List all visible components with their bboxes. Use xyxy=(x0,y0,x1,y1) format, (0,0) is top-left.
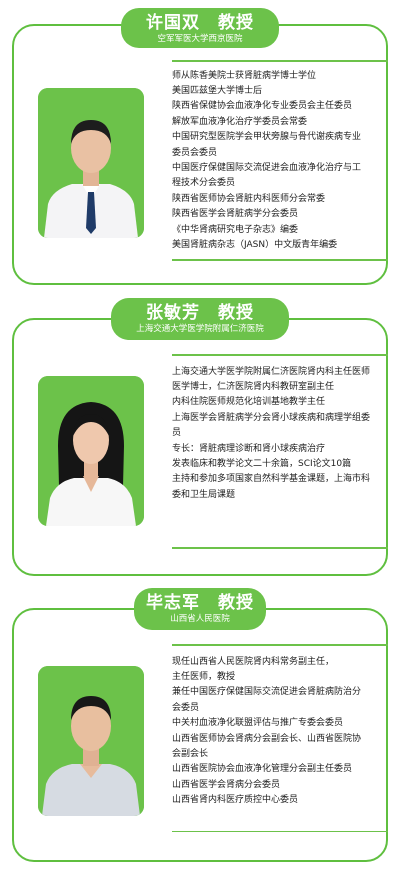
bio-item: 山西省医院协会血液净化管理分会副主任委员 xyxy=(172,764,353,775)
doctor-bio: 师从陈香美院士获肾脏病学博士学位 美国匹兹堡大学博士后 陕西省保健协会血液净化专… xyxy=(172,60,388,261)
bio-item: 上海医学会肾脏病学分会肾小球疾病和病理学组委 xyxy=(172,412,371,423)
bio-item: 中国研究型医院学会甲状旁腺与骨代谢疾病专业 xyxy=(172,132,362,143)
doctor-portrait-icon xyxy=(38,376,144,526)
bio-item: 陕西省保健协会血液净化专业委员会主任委员 xyxy=(172,101,353,112)
divider xyxy=(172,259,388,261)
bio-item: 主任医师，教授 xyxy=(172,671,236,682)
doctor-title-pill: 许国双 教授 空军军医大学西京医院 xyxy=(121,8,279,48)
doctor-hospital: 空军军医大学西京医院 xyxy=(157,34,243,44)
bio-item: 委和卫生局课题 xyxy=(172,489,236,500)
bio-item: 美国肾脏病杂志（JASN）中文版青年编委 xyxy=(172,239,338,250)
bio-list: 师从陈香美院士获肾脏病学博士学位 美国匹兹堡大学博士后 陕西省保健协会血液净化专… xyxy=(172,69,388,254)
divider xyxy=(172,830,388,833)
doctor-portrait-icon xyxy=(38,88,144,238)
bio-item: 员 xyxy=(172,428,182,439)
doctor-title-pill: 毕志军 教授 山西省人民医院 xyxy=(134,588,266,630)
bio-item: 山西省肾内科医疗质控中心委员 xyxy=(172,795,299,806)
bio-item: 委员会委员 xyxy=(172,147,218,158)
bio-item: 中国医疗保健国际交流促进会血液净化治疗与工 xyxy=(172,162,362,173)
doctor-bio: 上海交通大学医学院附属仁济医院肾内科主任医师 医学博士，仁济医院肾内科教研室副主… xyxy=(172,354,388,549)
divider xyxy=(172,60,388,62)
bio-item: 主持和参加多项国家自然科学基金课题，上海市科 xyxy=(172,474,371,485)
doctor-photo xyxy=(38,88,144,238)
doctor-photo xyxy=(38,376,144,526)
doctor-name: 张敏芳 教授 xyxy=(146,303,254,323)
bio-item: 上海交通大学医学院附属仁济医院肾内科主任医师 xyxy=(172,366,371,377)
bio-item: 会委员 xyxy=(172,702,200,713)
divider xyxy=(172,644,388,646)
bio-item: 师从陈香美院士获肾脏病学博士学位 xyxy=(172,70,317,81)
bio-item: 陕西省医学会肾脏病学分会委员 xyxy=(172,209,299,220)
bio-item: 陕西省医师协会肾脏内科医师分会常委 xyxy=(172,193,326,204)
bio-item: 美国匹兹堡大学博士后 xyxy=(172,85,263,96)
doctor-name: 毕志军 教授 xyxy=(146,593,254,613)
doctor-card-1: 许国双 教授 空军军医大学西京医院 师从陈香美院士获肾脏病学博士学位 美国匹兹堡… xyxy=(12,8,388,285)
bio-item: 内科住院医师规范化培训基地教学主任 xyxy=(172,397,326,408)
doctor-name: 许国双 教授 xyxy=(146,13,254,33)
bio-item: 会副会长 xyxy=(172,748,209,759)
doctor-hospital: 上海交通大学医学院附属仁济医院 xyxy=(136,324,264,334)
doctor-card-3: 毕志军 教授 山西省人民医院 现任山西省人民医院肾内科常务副主任， 主任医师，教… xyxy=(12,588,388,862)
doctor-bio: 现任山西省人民医院肾内科常务副主任， 主任医师，教授 兼任中国医疗保健国际交流促… xyxy=(172,644,388,833)
bio-item: 现任山西省人民医院肾内科常务副主任， xyxy=(172,656,335,667)
divider xyxy=(172,547,388,549)
bio-list: 现任山西省人民医院肾内科常务副主任， 主任医师，教授 兼任中国医疗保健国际交流促… xyxy=(172,655,388,809)
doctor-title-pill: 张敏芳 教授 上海交通大学医学院附属仁济医院 xyxy=(111,298,289,340)
bio-item: 专长：肾脏病理诊断和肾小球疾病治疗 xyxy=(172,443,326,454)
bio-item: 兼任中国医疗保健国际交流促进会肾脏病防治分 xyxy=(172,687,362,698)
doctor-portrait-icon xyxy=(38,666,144,816)
divider xyxy=(172,354,388,356)
bio-item: 发表临床和教学论文二十余篇，SCI论文10篇 xyxy=(172,458,352,469)
bio-item: 中关村血液净化联盟评估与推广专委会委员 xyxy=(172,718,344,729)
bio-list: 上海交通大学医学院附属仁济医院肾内科主任医师 医学博士，仁济医院肾内科教研室副主… xyxy=(172,365,388,504)
bio-item: 医学博士，仁济医院肾内科教研室副主任 xyxy=(172,381,335,392)
bio-item: 山西省医学会肾病分会委员 xyxy=(172,779,281,790)
doctor-hospital: 山西省人民医院 xyxy=(170,614,230,624)
bio-item: 程技术分会委员 xyxy=(172,178,236,189)
bio-item: 《中华肾病研究电子杂志》编委 xyxy=(172,224,299,235)
doctor-card-2: 张敏芳 教授 上海交通大学医学院附属仁济医院 上海交通大学医学院附属仁济医院肾内… xyxy=(12,298,388,576)
bio-item: 解放军血液净化治疗学委员会常委 xyxy=(172,116,308,127)
doctor-photo xyxy=(38,666,144,816)
bio-item: 山西省医师协会肾病分会副会长、山西省医院协 xyxy=(172,733,362,744)
